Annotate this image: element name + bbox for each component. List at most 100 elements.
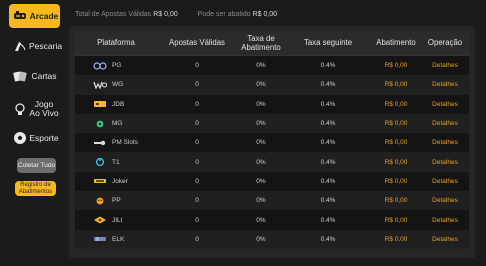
platform-name: JILI [112, 216, 123, 224]
apostas-validas-cell: 0 [195, 158, 199, 166]
platform-name: Joker [112, 177, 128, 185]
table-row: ELK 0 0% 0.4% R$ 0,00 Detalhes [75, 229, 469, 249]
taxa-abatimento-cell: 0% [256, 139, 266, 147]
header-taxa: Taxa de Abatimento [241, 33, 281, 52]
sidebar-item-esporte[interactable]: Esporte [9, 126, 60, 150]
abatimento-cell: R$ 0,00 [384, 120, 408, 128]
table-row: WG 0 0% 0.4% R$ 0,00 Detalhes [75, 75, 469, 95]
platform-cell: PM Slots [75, 139, 157, 147]
platform-name: PM Slots [112, 139, 139, 147]
summary-bar: Total de Apostas Válidas R$ 0,00 Pode se… [75, 11, 277, 18]
taxa-abatimento-cell: 0% [256, 216, 266, 224]
taxa-abatimento-cell: 0% [256, 177, 266, 185]
platform-name: MG [112, 120, 123, 128]
mg-logo-icon [96, 120, 104, 127]
abatimento-cell: R$ 0,00 [384, 235, 408, 243]
cards-icon [13, 71, 27, 82]
elk-logo-icon [94, 237, 106, 242]
taxa-seguinte-cell: 0.4% [320, 139, 336, 147]
taxa-abatimento-cell: 0% [256, 197, 266, 205]
details-link[interactable]: Detalhes [421, 159, 469, 166]
details-link[interactable]: Detalhes [421, 217, 469, 224]
taxa-abatimento-cell: 0% [256, 100, 266, 108]
sidebar-item-cartas[interactable]: Cartas [9, 64, 60, 88]
abatimento-cell: R$ 0,00 [384, 62, 408, 70]
platform-name: WG [112, 81, 124, 89]
platform-cell: MG [75, 120, 157, 128]
header-plataforma: Plataforma [97, 38, 135, 47]
pg-logo-icon [93, 62, 107, 70]
wg-logo-icon [93, 81, 107, 89]
platform-name: ELK [112, 235, 125, 243]
sidebar-item-label: Esporte [29, 132, 59, 143]
abatimento-cell: R$ 0,00 [384, 158, 408, 166]
pp-logo-icon [96, 197, 104, 205]
sidebar-item-jogo-ao-vivo[interactable]: Jogo Ao Vivo [9, 95, 60, 123]
details-link[interactable]: Detalhes [421, 236, 469, 243]
rebatable-label: Pode ser abatido [197, 11, 251, 18]
sidebar-item-label: Jogo Ao Vivo [29, 99, 59, 118]
taxa-abatimento-cell: 0% [256, 158, 266, 166]
taxa-abatimento-cell: 0% [256, 81, 266, 89]
sidebar-item-pescaria[interactable]: Pescaria [9, 34, 63, 58]
details-link[interactable]: Detalhes [421, 120, 469, 127]
sidebar-item-arcade[interactable]: Arcade [9, 4, 60, 28]
taxa-seguinte-cell: 0.4% [320, 100, 336, 108]
sidebar-item-label: Cartas [31, 70, 57, 81]
taxa-seguinte-cell: 0.4% [320, 177, 336, 185]
rebatable-value: R$ 0,00 [252, 11, 278, 18]
abatimento-cell: R$ 0,00 [384, 100, 408, 108]
fishing-icon [15, 42, 26, 51]
header-abatimento: Abatimento [376, 38, 416, 47]
table-row: JDB 0 0% 0.4% R$ 0,00 Detalhes [75, 94, 469, 114]
taxa-abatimento-cell: 0% [256, 120, 266, 128]
platform-cell: JDB [75, 100, 157, 108]
sidebar-item-label: Arcade [29, 10, 59, 21]
table-row: Joker 0 0% 0.4% R$ 0,00 Detalhes [75, 171, 469, 192]
taxa-abatimento-cell: 0% [256, 235, 266, 243]
pm-slots-logo-icon [94, 140, 106, 146]
rebate-table: Plataforma Apostas Válidas Taxa de Abati… [75, 30, 469, 249]
platform-cell: Joker [75, 177, 157, 185]
details-link[interactable]: Detalhes [421, 101, 469, 108]
taxa-seguinte-cell: 0.4% [320, 120, 336, 128]
details-link[interactable]: Detalhes [421, 197, 469, 204]
taxa-seguinte-cell: 0.4% [320, 216, 336, 224]
platform-name: PP [112, 197, 121, 205]
rebate-records-button[interactable]: Registro de Abatimentos [15, 181, 56, 196]
details-link[interactable]: Detalhes [421, 178, 469, 185]
apostas-validas-cell: 0 [195, 100, 199, 108]
abatimento-cell: R$ 0,00 [384, 177, 408, 185]
apostas-validas-cell: 0 [195, 139, 199, 147]
table-header: Plataforma Apostas Válidas Taxa de Abati… [75, 30, 469, 56]
table-row: PP 0 0% 0.4% R$ 0,00 Detalhes [75, 191, 469, 211]
sidebar: Arcade Pescaria Cartas Jogo Ao Vivo Espo… [0, 0, 66, 266]
platform-cell: PP [75, 197, 157, 205]
jili-logo-icon [94, 216, 106, 224]
details-link[interactable]: Detalhes [421, 62, 469, 69]
t1-logo-icon [95, 158, 105, 167]
taxa-seguinte-cell: 0.4% [320, 235, 336, 243]
platform-cell: ELK [75, 235, 157, 243]
collect-all-button[interactable]: Coletar Tudo [17, 158, 56, 173]
platform-cell: WG [75, 81, 157, 89]
taxa-seguinte-cell: 0.4% [320, 62, 336, 70]
abatimento-cell: R$ 0,00 [384, 197, 408, 205]
header-operacao: Operação [427, 38, 463, 47]
platform-name: JDB [112, 100, 125, 108]
apostas-validas-cell: 0 [195, 216, 199, 224]
platform-cell: JILI [75, 216, 157, 224]
soccer-ball-icon [14, 132, 26, 144]
table-row: JILI 0 0% 0.4% R$ 0,00 Detalhes [75, 210, 469, 230]
apostas-validas-cell: 0 [195, 197, 199, 205]
platform-cell: T1 [75, 158, 157, 167]
apostas-validas-cell: 0 [195, 120, 199, 128]
taxa-abatimento-cell: 0% [256, 62, 266, 70]
rebate-panel: Plataforma Apostas Válidas Taxa de Abati… [69, 26, 475, 258]
table-row: MG 0 0% 0.4% R$ 0,00 Detalhes [75, 113, 469, 134]
details-link[interactable]: Detalhes [421, 139, 469, 146]
table-row: PM Slots 0 0% 0.4% R$ 0,00 Detalhes [75, 133, 469, 153]
sidebar-item-label: Pescaria [29, 40, 63, 51]
joker-logo-icon [94, 179, 106, 184]
details-link[interactable]: Detalhes [421, 81, 469, 88]
